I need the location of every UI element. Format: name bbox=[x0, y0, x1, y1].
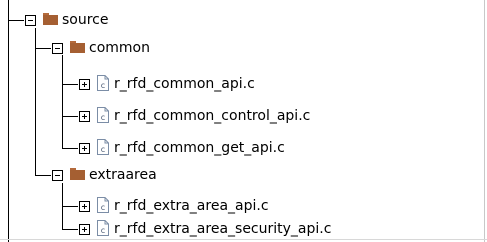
panel-border-bottom bbox=[0, 239, 487, 240]
tree-node-label: r_rfd_extra_area_security_api.c bbox=[114, 221, 332, 237]
tree-node-label: r_rfd_extra_area_api.c bbox=[114, 198, 269, 214]
expand-toggle-icon[interactable] bbox=[79, 143, 90, 154]
collapse-toggle-icon[interactable] bbox=[52, 43, 63, 54]
tree-node-file[interactable]: c r_rfd_common_control_api.c bbox=[0, 103, 484, 130]
expand-toggle-icon[interactable] bbox=[79, 201, 90, 212]
tree-node-label: r_rfd_common_control_api.c bbox=[114, 108, 311, 124]
tree-node-common[interactable]: common bbox=[0, 35, 484, 62]
tree-node-label: extraarea bbox=[89, 167, 157, 183]
expand-toggle-icon[interactable] bbox=[79, 79, 90, 90]
tree-node-label: source bbox=[62, 12, 109, 28]
tree-node-extraarea[interactable]: extraarea bbox=[0, 162, 484, 189]
svg-text:c: c bbox=[101, 145, 105, 154]
svg-text:c: c bbox=[101, 81, 105, 90]
c-file-icon: c bbox=[97, 139, 109, 155]
folder-icon bbox=[70, 168, 85, 180]
svg-text:c: c bbox=[101, 113, 105, 122]
panel-border-right bbox=[484, 0, 485, 242]
c-file-icon: c bbox=[97, 75, 109, 91]
folder-icon bbox=[70, 41, 85, 53]
expand-toggle-icon[interactable] bbox=[79, 224, 90, 235]
expand-toggle-icon[interactable] bbox=[79, 111, 90, 122]
collapse-toggle-icon[interactable] bbox=[52, 170, 63, 181]
tree-node-file[interactable]: c r_rfd_common_api.c bbox=[0, 71, 484, 98]
svg-text:c: c bbox=[101, 226, 105, 235]
c-file-icon: c bbox=[97, 107, 109, 123]
collapse-toggle-icon[interactable] bbox=[25, 15, 36, 26]
project-tree-panel: source common c r_rfd_common_api.c c r_r… bbox=[0, 0, 487, 242]
tree-node-source[interactable]: source bbox=[0, 7, 484, 34]
tree-node-label: common bbox=[89, 40, 150, 56]
c-file-icon: c bbox=[97, 197, 109, 213]
svg-text:c: c bbox=[101, 203, 105, 212]
tree-node-label: r_rfd_common_api.c bbox=[114, 76, 255, 92]
tree-node-label: r_rfd_common_get_api.c bbox=[114, 140, 285, 156]
folder-icon bbox=[43, 13, 58, 25]
c-file-icon: c bbox=[97, 220, 109, 236]
tree-node-file[interactable]: c r_rfd_common_get_api.c bbox=[0, 135, 484, 162]
